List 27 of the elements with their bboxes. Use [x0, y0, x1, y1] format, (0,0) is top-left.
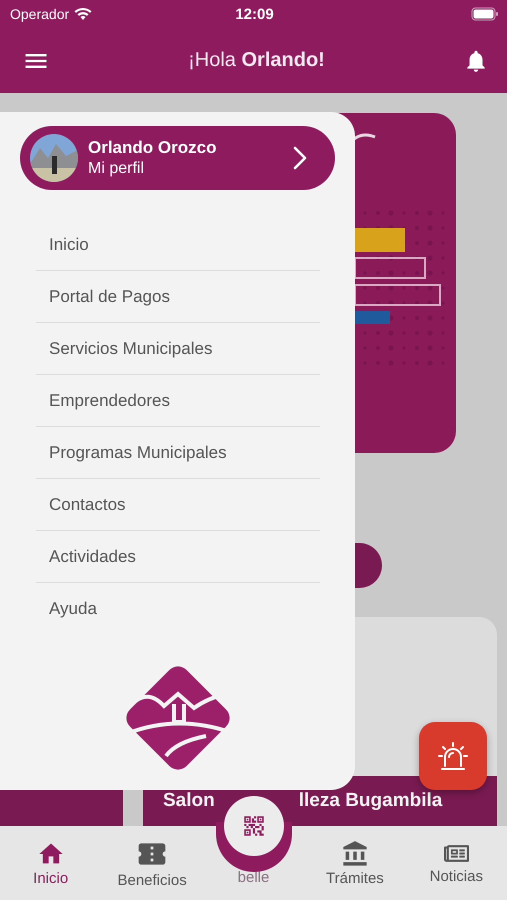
carrier-name: Operador	[10, 6, 70, 22]
nav-tab[interactable]: Noticias	[406, 826, 507, 900]
menu-item[interactable]: Actividades	[49, 546, 136, 566]
menu-item[interactable]: Ayuda	[49, 598, 97, 618]
profile-link: Mi perfil	[88, 160, 146, 178]
card-caption: belle	[238, 869, 270, 886]
bank-icon	[340, 840, 369, 868]
nav-tab[interactable]: Beneficios	[101, 826, 203, 900]
profile-button[interactable]: Orlando Orozco Mi perfil	[20, 126, 335, 190]
greeting-title: ¡Hola Orlando!	[187, 49, 326, 72]
profile-name: Orlando Orozco	[88, 138, 218, 158]
card-title: lleza Bugambila	[298, 790, 442, 812]
status-time: 12:09	[234, 6, 275, 22]
menu-item[interactable]: Portal de Pagos	[49, 286, 170, 306]
siren-icon	[436, 739, 470, 773]
battery-icon	[471, 7, 499, 21]
nav-tab[interactable]: Trámites	[304, 826, 406, 900]
menu-item[interactable]: Contactos	[49, 494, 126, 514]
nav-tab[interactable]: Inicio	[0, 826, 102, 900]
card-title: Salon	[163, 790, 215, 812]
menu-item[interactable]: Servicios Municipales	[49, 338, 212, 358]
menu-item[interactable]: Emprendedores	[49, 390, 170, 410]
menu-item[interactable]: Inicio	[49, 234, 89, 254]
chevron-icon	[293, 146, 307, 170]
menu-item[interactable]: Programas Municipales	[49, 442, 227, 462]
alarm-button[interactable]	[419, 722, 487, 790]
wifi-icon	[74, 7, 92, 21]
